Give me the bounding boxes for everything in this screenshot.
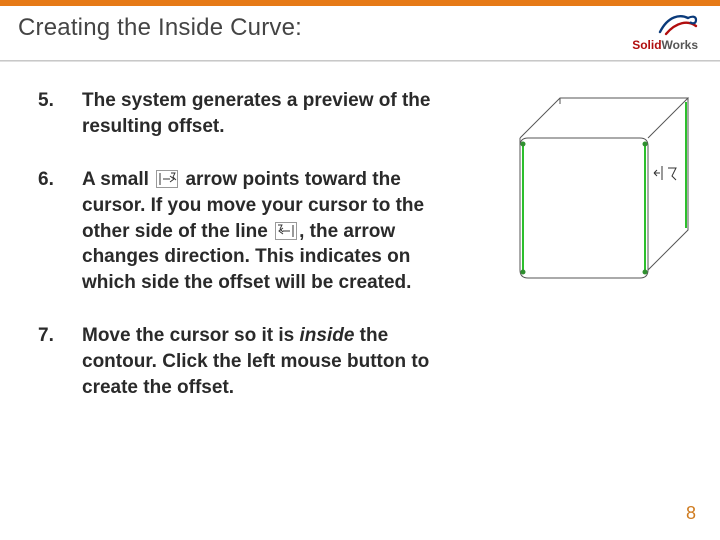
body-text: 5. The system generates a preview of the …: [38, 88, 468, 428]
arrow-out-icon: [156, 170, 178, 188]
brand-wordmark: SolidWorks: [606, 39, 698, 51]
arrow-in-icon: [275, 222, 297, 240]
cursor-indicator-icon: [654, 166, 676, 180]
step-number: 5.: [38, 88, 54, 114]
slide-title: Creating the Inside Curve:: [18, 14, 702, 42]
step-item: 5. The system generates a preview of the …: [38, 88, 468, 139]
step-text: A small: [82, 169, 154, 190]
brand-word-a: Solid: [632, 38, 661, 52]
brand-logo: SolidWorks: [606, 12, 698, 52]
step-number: 7.: [38, 323, 54, 349]
step-text: The system generates a preview of the re…: [82, 90, 430, 137]
step-text: inside: [300, 325, 355, 346]
page-number: 8: [686, 503, 696, 524]
step-item: 6.A small arrow points toward the cursor…: [38, 167, 468, 295]
slide-title-area: Creating the Inside Curve:: [18, 14, 702, 68]
step-number: 6.: [38, 167, 54, 193]
step-text: Move the cursor so it is: [82, 325, 300, 346]
step-item: 7.Move the cursor so it is inside the co…: [38, 323, 468, 400]
accent-top-bar: [0, 0, 720, 6]
ds-swoosh-icon: [658, 12, 698, 36]
offset-preview-figure: [490, 80, 708, 290]
title-underline: [0, 60, 720, 62]
brand-word-b: Works: [662, 38, 698, 52]
numbered-steps: 5. The system generates a preview of the …: [38, 88, 468, 400]
